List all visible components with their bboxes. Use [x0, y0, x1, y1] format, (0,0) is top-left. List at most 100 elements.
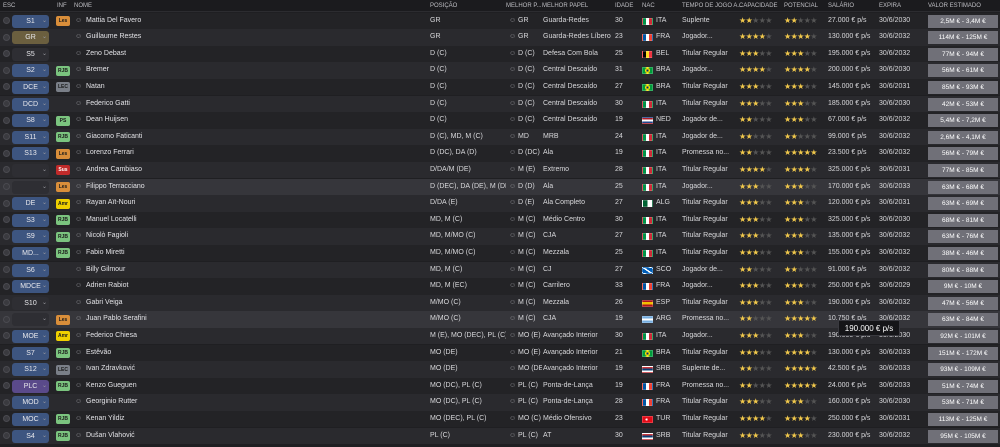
chevron-down-icon[interactable]: ⌄ [42, 162, 47, 179]
table-row[interactable]: DCE ⌄ LEC ☺ Natan D (C) ☺ D (C) Central Descaído… [0, 78, 1000, 96]
player-name[interactable]: Lorenzo Ferrari [86, 145, 426, 162]
select-checkbox[interactable] [3, 282, 10, 290]
player-name[interactable]: Federico Chiesa [86, 328, 426, 345]
table-row[interactable]: MDCE ⌄ ☺ Adrien Rabiot MD, M (EC) ☺ M (C) Carri… [0, 278, 1000, 295]
table-row[interactable]: S12⌄LEC☺Ivan ZdravkovićMO (DE)☺MO (DE)Av… [0, 361, 1000, 378]
player-name[interactable]: Dušan Vlahović [86, 428, 426, 445]
select-checkbox[interactable] [3, 216, 10, 224]
select-checkbox[interactable] [3, 266, 10, 273]
chevron-down-icon[interactable]: ⌄ [42, 62, 47, 79]
chevron-down-icon[interactable]: ⌄ [42, 278, 47, 295]
select-checkbox[interactable] [3, 33, 10, 41]
select-checkbox[interactable] [3, 149, 10, 157]
table-row[interactable]: S5 ⌄ ☺ Zeno Debast D (C) ☺ D (C) Defesa Com Bol… [0, 45, 1000, 63]
header-valor-estimado[interactable]: VALOR ESTIMADO [928, 3, 981, 9]
select-checkbox[interactable] [3, 415, 10, 423]
player-name[interactable]: Natan [86, 79, 426, 96]
player-name[interactable]: Manuel Locatelli [86, 212, 426, 229]
header-capacidade[interactable]: CAPACIDADE [739, 3, 778, 9]
player-name[interactable]: Zeno Debast [86, 46, 426, 63]
select-checkbox[interactable] [3, 365, 10, 373]
chevron-down-icon[interactable]: ⌄ [42, 79, 47, 96]
chevron-down-icon[interactable]: ⌄ [42, 295, 47, 312]
chevron-down-icon[interactable]: ⌄ [42, 228, 47, 245]
select-checkbox[interactable] [3, 349, 10, 356]
chevron-down-icon[interactable]: ⌄ [42, 328, 47, 345]
header-inf[interactable]: INF [57, 3, 67, 9]
select-checkbox[interactable] [3, 199, 10, 207]
select-checkbox[interactable] [3, 232, 10, 240]
header-expira[interactable]: EXPIRA [879, 3, 901, 9]
chevron-down-icon[interactable]: ⌄ [42, 46, 47, 63]
chevron-down-icon[interactable]: ⌄ [42, 96, 47, 113]
select-checkbox[interactable] [3, 66, 10, 74]
player-name[interactable]: Rayan Aït-Nouri [86, 195, 426, 212]
table-row[interactable]: S1 ⌄ Les ☺ Mattia Del Favero GR ☺ GR Guarda-Rede… [0, 12, 1000, 30]
player-name[interactable]: Filippo Terracciano [86, 179, 426, 196]
select-checkbox[interactable] [3, 432, 10, 439]
table-row[interactable]: MOD ⌄ ☺ Georginio Rutter MO (DC), PL (C) ☺ PL … [0, 394, 1000, 411]
player-name[interactable]: Georginio Rutter [86, 394, 426, 411]
table-row[interactable]: DCD ⌄ ☺ Federico Gatti D (C) ☺ D (C) Central De… [0, 95, 1000, 113]
chevron-down-icon[interactable]: ⌄ [42, 13, 47, 30]
player-name[interactable]: Kenzo Gueguen [86, 378, 426, 395]
chevron-down-icon[interactable]: ⌄ [42, 129, 47, 146]
table-row[interactable]: S11 ⌄ RJB ☺ Giacomo Faticanti D (C), MD, M (C… [0, 128, 1000, 146]
table-row[interactable]: GR ⌄ ☺ Guillaume Restes GR ☺ GR Guarda-Redes Lí… [0, 29, 1000, 46]
player-name[interactable]: Ivan Zdravković [86, 361, 426, 378]
player-name[interactable]: Estêvão [86, 345, 426, 362]
table-row[interactable]: S2 ⌄ RJB ☺ Bremer D (C) ☺ D (C) Central Descaído… [0, 62, 1000, 79]
player-name[interactable]: Andrea Cambiaso [86, 162, 426, 179]
player-name[interactable]: Fabio Miretti [86, 245, 426, 262]
table-row[interactable]: S4 ⌄ RJB ☺ Dušan Vlahović PL (C) ☺ PL (C) AT 30 SR… [0, 427, 1000, 445]
chevron-down-icon[interactable]: ⌄ [42, 245, 47, 262]
player-name[interactable]: Adrien Rabiot [86, 278, 426, 295]
select-checkbox[interactable] [3, 398, 10, 406]
select-checkbox[interactable] [3, 133, 10, 141]
chevron-down-icon[interactable]: ⌄ [42, 345, 47, 362]
chevron-down-icon[interactable]: ⌄ [42, 411, 47, 428]
header-posicao[interactable]: POSIÇÃO [430, 3, 457, 9]
header-melhor-papel[interactable]: MELHOR PAPEL [542, 3, 588, 9]
select-checkbox[interactable] [3, 382, 10, 390]
chevron-down-icon[interactable]: ⌄ [42, 145, 47, 162]
select-checkbox[interactable] [3, 299, 10, 307]
chevron-down-icon[interactable]: ⌄ [42, 179, 47, 196]
header-melhor-posicao[interactable]: MELHOR P... [506, 3, 542, 9]
select-checkbox[interactable] [3, 116, 10, 124]
table-row[interactable]: S9 ⌄ RJB ☺ Nicolò Fagioli MD, M/MO (C) ☺ M (C) C… [0, 228, 1000, 245]
header-idade[interactable]: IDADE [615, 3, 633, 9]
table-row[interactable]: PLC ⌄ RJB ☺ Kenzo Gueguen MO (DC), PL (C) ☺ PL … [0, 377, 1000, 395]
select-checkbox[interactable] [3, 50, 10, 58]
header-esc[interactable]: ESC [3, 3, 15, 9]
chevron-down-icon[interactable]: ⌄ [42, 195, 47, 212]
player-name[interactable]: Nicolò Fagioli [86, 228, 426, 245]
chevron-down-icon[interactable]: ⌄ [42, 262, 47, 279]
player-name[interactable]: Billy Gilmour [86, 262, 426, 279]
player-name[interactable]: Mattia Del Favero [86, 13, 426, 30]
select-checkbox[interactable] [3, 183, 10, 190]
player-name[interactable]: Giacomo Faticanti [86, 129, 426, 146]
player-name[interactable]: Bremer [86, 62, 426, 79]
select-checkbox[interactable] [3, 315, 10, 323]
header-salario[interactable]: SALÁRIO [828, 3, 854, 9]
player-name[interactable]: Guillaume Restes [86, 29, 426, 46]
chevron-down-icon[interactable]: ⌄ [42, 428, 47, 445]
table-row[interactable]: ⌄ Les ☺ Filippo Terracciano D (DEC), DA (DE)… [0, 178, 1000, 196]
select-checkbox[interactable] [3, 100, 10, 107]
select-checkbox[interactable] [3, 166, 10, 174]
chevron-down-icon[interactable]: ⌄ [42, 378, 47, 395]
header-nome[interactable]: NOME [74, 3, 92, 9]
chevron-down-icon[interactable]: ⌄ [42, 29, 47, 46]
table-row[interactable]: DE ⌄ Amr ☺ Rayan Aït-Nouri D/DA (E) ☺ D (E) Ala … [0, 195, 1000, 212]
select-checkbox[interactable] [3, 17, 10, 24]
header-potencial[interactable]: POTENCIAL [784, 3, 818, 9]
player-name[interactable]: Federico Gatti [86, 96, 426, 113]
table-row[interactable]: MOC ⌄ RJB ☺ Kenan Yildiz MO (DEC), PL (C) ☺ MO … [0, 410, 1000, 428]
select-checkbox[interactable] [3, 83, 10, 91]
table-row[interactable]: S6 ⌄ ☺ Billy Gilmour MD, M (C) ☺ M (C) CJ 27 SCO J… [0, 261, 1000, 279]
chevron-down-icon[interactable]: ⌄ [42, 112, 47, 129]
chevron-down-icon[interactable]: ⌄ [42, 311, 47, 328]
chevron-down-icon[interactable]: ⌄ [42, 212, 47, 229]
chevron-down-icon[interactable]: ⌄ [42, 361, 47, 378]
